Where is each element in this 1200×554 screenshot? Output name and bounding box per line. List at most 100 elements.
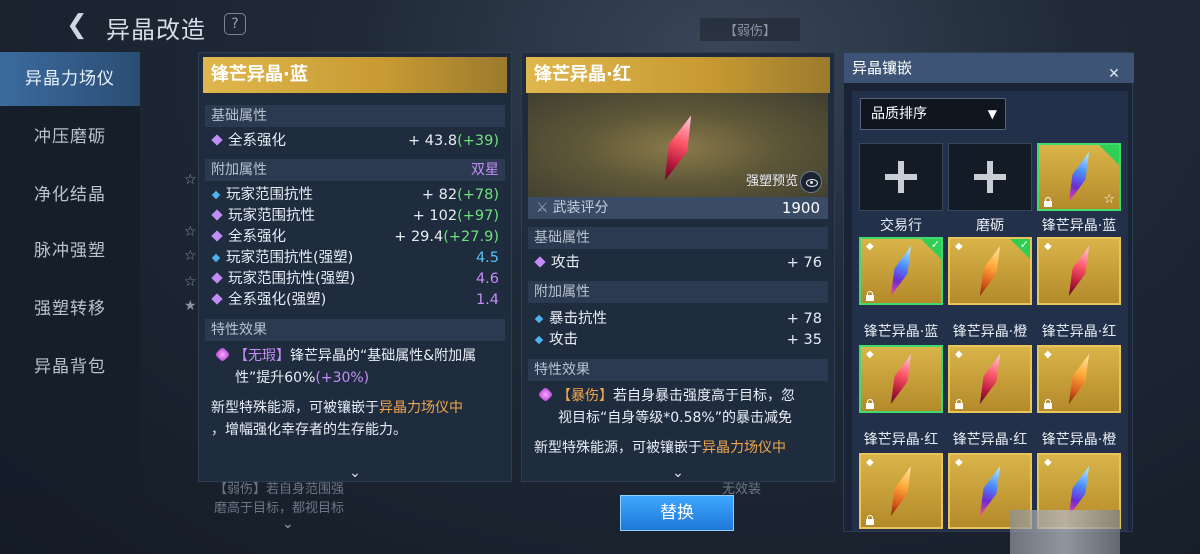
inventory-title: 异晶镶嵌 ✕ (844, 53, 1134, 83)
base-attr-row: 全系强化 + 43.8(+39) (211, 131, 499, 151)
purple-diamond-icon (211, 293, 223, 305)
orange-crystal-image (973, 243, 1006, 298)
background-column: ☆ ☆ ☆ ☆ ★ (160, 52, 200, 472)
equipped-crystal-panel: 锋芒异晶·蓝 基础属性 全系强化 + 43.8(+39) 附加属性 双星 玩家范… (198, 52, 512, 482)
lock-icon (865, 399, 875, 409)
red-crystal-image (656, 112, 701, 184)
extra-attr-row: 暴击抗性 + 78 (534, 309, 822, 329)
extra-attr-row: 全系强化(强塑) 1.4 (211, 290, 499, 310)
blue-diamond-icon (534, 314, 544, 324)
gem-icon (214, 346, 231, 363)
trait-header: 特性效果 (528, 359, 828, 381)
blue-diamond-icon (211, 253, 221, 263)
orange-crystal-image (1062, 351, 1095, 406)
slot-label: 磨砺 (976, 218, 1004, 234)
crystal-description: 新型特殊能源，可被镶嵌于异晶力场仪中 (534, 440, 786, 456)
gem-icon: ◆ (866, 241, 874, 252)
slot-label: 锋芒异晶·橙 (1041, 432, 1117, 448)
plus-icon (885, 161, 917, 193)
purple-diamond-icon (211, 134, 223, 146)
crystal-slot[interactable]: ◆ ✓ (859, 237, 943, 305)
extra-attr-row: 攻击 + 35 (534, 330, 822, 350)
red-crystal-image (1062, 243, 1095, 298)
sidebar-item-pulse[interactable]: 脉冲强塑 (0, 224, 140, 278)
sort-select[interactable]: 品质排序 ▼ (860, 98, 1006, 130)
collapse-icon[interactable]: ✕ (1104, 59, 1124, 82)
slot-label: 交易行 (880, 218, 922, 234)
crystal-slot[interactable]: ◆ (948, 345, 1032, 413)
sidebar-item-purify[interactable]: 净化结晶 (0, 168, 140, 222)
replace-button[interactable]: 替换 (620, 495, 734, 531)
add-slot-grind[interactable] (948, 143, 1032, 211)
gem-icon: ◆ (955, 349, 963, 360)
crystal-slot[interactable]: ◆ (859, 453, 943, 529)
slot-label: 锋芒异晶·红 (952, 432, 1028, 448)
crystal-title: 锋芒异晶·红 (526, 57, 830, 93)
extra-attr-row: 玩家范围抗性 + 102(+97) (211, 206, 499, 226)
chevron-down-icon[interactable]: ⌄ (669, 466, 687, 480)
gem-icon (537, 386, 554, 403)
sidebar-item-backpack[interactable]: 异晶背包 (0, 340, 140, 394)
blurred-overlay (1010, 510, 1120, 554)
gem-icon: ◆ (1044, 241, 1052, 252)
bg-star-icon: ☆ (184, 224, 197, 240)
base-attr-header: 基础属性 (205, 105, 505, 127)
check-icon: ✓ (1019, 238, 1029, 251)
purple-diamond-icon (211, 230, 223, 242)
crystal-preview: 强塑预览 (528, 93, 828, 203)
background-tag: 【弱伤】 (700, 18, 801, 41)
background-chevron-icon: ⌄ (282, 516, 294, 532)
trait-header: 特性效果 (205, 319, 505, 341)
crystal-slot[interactable]: ◆ (1037, 237, 1121, 305)
help-icon[interactable]: ? (224, 13, 246, 35)
blue-crystal-image (884, 243, 917, 298)
lock-icon (1043, 399, 1053, 409)
sidebar-item-transfer[interactable]: 强塑转移 (0, 282, 140, 336)
bg-star-icon: ☆ (184, 274, 197, 290)
extra-attr-row: 玩家范围抗性 + 82(+78) (211, 185, 499, 205)
slot-label: 锋芒异晶·橙 (952, 324, 1028, 340)
star-icon: ☆ (1103, 192, 1115, 207)
gem-icon: ◆ (866, 349, 874, 360)
gem-icon: ◆ (1044, 457, 1052, 468)
sidebar-item-stamping[interactable]: 冲压磨砺 (0, 110, 140, 164)
check-icon: ✓ (930, 238, 940, 251)
crystal-slot[interactable]: ◆ (859, 345, 943, 413)
gear-score: ⚔ 武装评分 1900 (528, 197, 828, 219)
sidebar-item-force-field[interactable]: 异晶力场仪 (0, 52, 140, 106)
lock-icon (865, 291, 875, 301)
blue-diamond-icon (211, 190, 221, 200)
lock-icon (865, 515, 875, 525)
crystal-slot[interactable]: ◆ (1037, 345, 1121, 413)
double-star-tag: 双星 (471, 162, 499, 178)
crystal-slot[interactable]: ◆ ✓ (948, 237, 1032, 305)
trait-text: 【暴伤】若自身暴击强度高于目标，忽 视目标“自身等级*0.58%”的暴击减免 (534, 385, 828, 429)
orange-crystal-image (884, 463, 917, 518)
gem-icon: ◆ (955, 241, 963, 252)
gem-icon: ◆ (866, 457, 874, 468)
top-bar: ❮ 异晶改造 ? 【弱伤】 (0, 0, 1200, 50)
sidebar: 异晶力场仪 冲压磨砺 净化结晶 脉冲强塑 强塑转移 异晶背包 (0, 52, 140, 492)
swords-icon: ⚔ (536, 200, 549, 216)
bg-star-icon: ☆ (184, 172, 197, 188)
blue-crystal-image (973, 463, 1006, 518)
slot-label: 锋芒异晶·蓝 (1041, 218, 1117, 234)
back-icon[interactable]: ❮ (66, 10, 90, 40)
candidate-crystal-panel: 锋芒异晶·红 强塑预览 ⚔ 武装评分 1900 基础属性 攻击 + 76 附加属性… (521, 52, 835, 482)
gem-icon: ◆ (1044, 349, 1052, 360)
extra-attr-header: 附加属性 双星 (205, 159, 505, 181)
extra-attr-row: 全系强化 + 29.4(+27.9) (211, 227, 499, 247)
chevron-down-icon: ▼ (987, 107, 997, 121)
slot-label: 锋芒异晶·蓝 (863, 324, 939, 340)
eye-icon[interactable] (800, 171, 822, 193)
chevron-down-icon[interactable]: ⌄ (346, 466, 364, 480)
crystal-inventory: 异晶镶嵌 ✕ 品质排序 ▼ 交易行 磨砺 ☆ 锋芒异晶·蓝 ◆ ✓ 锋芒异晶·蓝… (843, 52, 1134, 532)
crystal-slot[interactable]: ☆ (1037, 143, 1121, 211)
blue-crystal-image (1062, 149, 1095, 204)
gem-icon: ◆ (955, 457, 963, 468)
add-slot-trade[interactable] (859, 143, 943, 211)
base-attr-row: 攻击 + 76 (534, 253, 822, 273)
extra-attr-header: 附加属性 (528, 281, 828, 303)
blue-diamond-icon (534, 335, 544, 345)
lock-icon (954, 399, 964, 409)
